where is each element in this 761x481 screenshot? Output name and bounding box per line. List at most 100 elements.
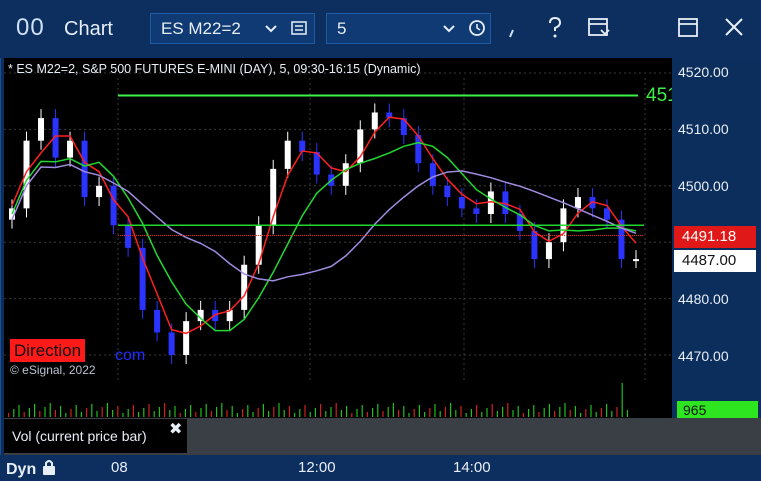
volume-bar: [122, 413, 124, 417]
volume-bar: [600, 408, 602, 417]
volume-bar: [278, 403, 280, 417]
volume-bar: [231, 406, 233, 417]
volume-bar: [366, 412, 368, 417]
volume-bar: [252, 412, 254, 417]
volume-bar: [314, 408, 316, 417]
volume-bar: [210, 411, 212, 417]
volume-bar: [164, 403, 166, 417]
candle-body: [545, 242, 552, 260]
candle-body: [38, 118, 45, 141]
candle-body: [183, 321, 190, 355]
volume-bar: [148, 404, 150, 417]
price-tick: 4470.00: [678, 348, 729, 364]
price-axis[interactable]: 4520.00 4510.00 4500.00 4480.00 4470.00: [672, 58, 761, 381]
volume-bar: [486, 408, 488, 417]
volume-bar: [8, 413, 10, 417]
interval-selector[interactable]: 5: [326, 13, 491, 44]
volume-bar: [564, 403, 566, 417]
candle-body: [110, 185, 117, 226]
list-icon[interactable]: [290, 17, 308, 44]
volume-bar: [424, 412, 426, 417]
chart-area[interactable]: * ES M22=2, S&P 500 FUTURES E-MINI (DAY)…: [4, 58, 672, 381]
interval-value: 5: [337, 19, 347, 38]
volume-bar: [309, 412, 311, 417]
volume-bar: [117, 406, 119, 417]
volume-bar: [325, 411, 327, 417]
volume-bar: [533, 405, 535, 417]
clock-icon[interactable]: [468, 17, 486, 44]
volume-bar: [590, 405, 592, 417]
candle-body: [473, 208, 480, 214]
symbol-selector[interactable]: ES M22=2: [150, 13, 315, 44]
candle-body: [574, 197, 581, 209]
volume-bar: [65, 413, 67, 417]
volume-bar: [283, 410, 285, 417]
candle-body: [633, 259, 639, 262]
chart-title: * ES M22=2, S&P 500 FUTURES E-MINI (DAY)…: [8, 62, 421, 76]
close-icon[interactable]: [720, 15, 748, 47]
volume-bar: [190, 405, 192, 417]
volume-bar: [476, 405, 478, 417]
volume-bar: [299, 409, 301, 417]
volume-bar: [444, 407, 446, 417]
volume-bar: [538, 412, 540, 417]
maximize-icon[interactable]: [674, 15, 702, 47]
volume-bar: [247, 405, 249, 417]
volume-bar: [340, 410, 342, 417]
volume-bar: [75, 405, 77, 417]
volume-bar: [106, 403, 108, 417]
chevron-down-icon[interactable]: [263, 17, 279, 44]
volume-bar: [346, 406, 348, 417]
volume-value: 965: [677, 401, 758, 418]
volume-bar: [595, 412, 597, 417]
time-tick: 14:00: [453, 459, 491, 476]
volume-bar: [517, 406, 519, 417]
volume-bar: [496, 411, 498, 417]
time-axis[interactable]: Dyn 08 12:00 14:00: [0, 455, 761, 481]
volume-bar: [226, 410, 228, 417]
volume-bar: [138, 412, 140, 417]
app-logo-icon: 00: [16, 14, 45, 41]
help-icon[interactable]: [541, 15, 569, 47]
volume-bar: [408, 413, 410, 417]
volume-bar: [184, 409, 186, 417]
level-label: 451: [646, 85, 672, 106]
volume-bar: [372, 408, 374, 417]
volume-bar: [127, 409, 129, 417]
volume-bar: [429, 408, 431, 417]
volume-bar: [507, 403, 509, 417]
close-study-icon[interactable]: ✖: [169, 419, 182, 439]
price-tick: 4500.00: [678, 178, 729, 194]
dyn-text: Dyn: [6, 461, 37, 478]
price-tick: 4510.00: [678, 121, 729, 137]
chevron-down-icon[interactable]: [441, 17, 457, 44]
candle-body: [125, 225, 132, 248]
price-chart[interactable]: [4, 58, 672, 381]
volume-bar: [543, 408, 545, 417]
candle-body: [371, 112, 378, 130]
volume-bar: [606, 404, 608, 417]
volume-bar: [351, 413, 353, 417]
volume-bar: [195, 412, 197, 417]
volume-bar: [28, 408, 30, 417]
volume-bar: [294, 413, 296, 417]
ma-price-box: 4491.18: [674, 226, 756, 248]
volume-bar: [554, 411, 556, 417]
volume-study-label[interactable]: Vol (current price bar): [4, 419, 187, 453]
template-icon[interactable]: [585, 15, 613, 47]
time-tick: 08: [111, 459, 128, 476]
pencil-icon[interactable]: [502, 15, 530, 47]
vwap-line: [11, 163, 637, 282]
candle-body: [444, 185, 451, 198]
candle-body: [81, 140, 88, 198]
volume-bar: [23, 412, 25, 417]
dyn-label[interactable]: Dyn: [6, 458, 57, 479]
direction-label[interactable]: Direction: [10, 339, 86, 362]
volume-bar: [382, 411, 384, 417]
copyright-text: © eSignal, 2022: [10, 363, 96, 377]
volume-bar: [153, 411, 155, 417]
lock-icon[interactable]: [41, 458, 57, 476]
candle-body: [23, 140, 30, 209]
candle-body: [342, 163, 349, 186]
volume-bar: [585, 409, 587, 417]
